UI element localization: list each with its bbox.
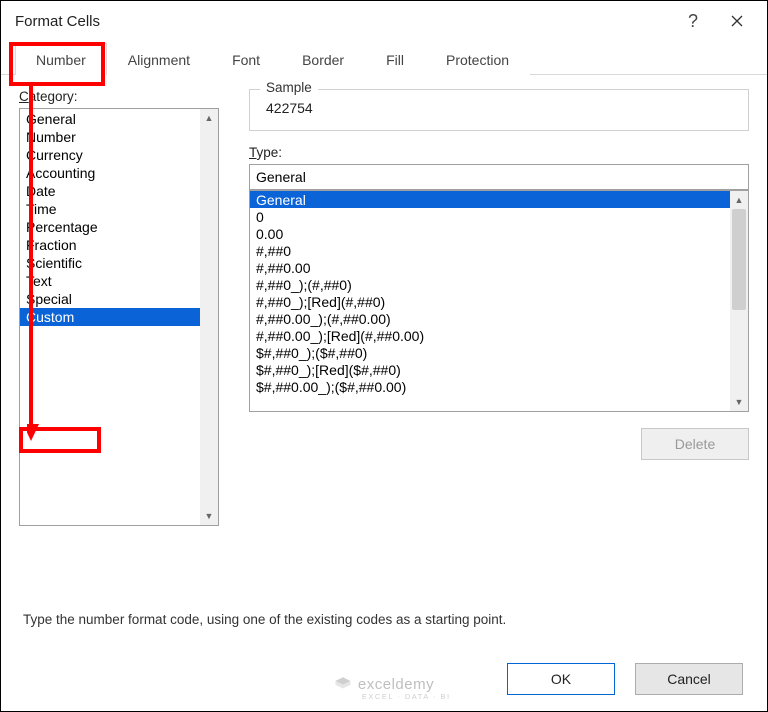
category-label: Category: xyxy=(19,89,219,104)
type-item[interactable]: $#,##0_);[Red]($#,##0) xyxy=(250,361,730,378)
tab-protection[interactable]: Protection xyxy=(425,43,530,75)
type-listbox[interactable]: General00.00#,##0#,##0.00#,##0_);(#,##0)… xyxy=(249,190,749,412)
tab-strip: Number Alignment Font Border Fill Protec… xyxy=(1,41,767,75)
category-item[interactable]: Number xyxy=(20,128,200,146)
type-input[interactable] xyxy=(249,164,749,190)
scrollbar-thumb[interactable] xyxy=(732,209,746,310)
sample-group: Sample 422754 xyxy=(249,89,749,131)
chevron-up-icon[interactable]: ▲ xyxy=(200,109,218,127)
dialog-title: Format Cells xyxy=(15,13,100,30)
format-cells-dialog: Format Cells ? Number Alignment Font Bor… xyxy=(0,0,768,712)
type-label: Type: xyxy=(249,145,749,160)
type-item[interactable]: #,##0.00_);[Red](#,##0.00) xyxy=(250,327,730,344)
category-item[interactable]: Accounting xyxy=(20,164,200,182)
help-button[interactable]: ? xyxy=(671,1,715,41)
category-item[interactable]: Special xyxy=(20,290,200,308)
chevron-down-icon[interactable]: ▼ xyxy=(200,507,218,525)
type-item[interactable]: #,##0 xyxy=(250,242,730,259)
type-item[interactable]: #,##0.00 xyxy=(250,259,730,276)
dialog-footer: exceldemy EXCEL · DATA · BI OK Cancel xyxy=(1,647,767,711)
category-item[interactable]: Text xyxy=(20,272,200,290)
tab-alignment[interactable]: Alignment xyxy=(107,43,211,75)
category-item[interactable]: Date xyxy=(20,182,200,200)
category-item[interactable]: General xyxy=(20,110,200,128)
close-button[interactable] xyxy=(715,1,759,41)
close-icon xyxy=(731,15,743,27)
category-item[interactable]: Currency xyxy=(20,146,200,164)
type-item[interactable]: 0 xyxy=(250,208,730,225)
type-item[interactable]: #,##0.00_);(#,##0.00) xyxy=(250,310,730,327)
tab-border[interactable]: Border xyxy=(281,43,365,75)
scrollbar[interactable]: ▲ ▼ xyxy=(200,109,218,525)
hint-text: Type the number format code, using one o… xyxy=(23,612,506,627)
category-item[interactable]: Custom xyxy=(20,308,200,326)
tab-fill[interactable]: Fill xyxy=(365,43,425,75)
titlebar: Format Cells ? xyxy=(1,1,767,41)
category-item[interactable]: Percentage xyxy=(20,218,200,236)
sample-value: 422754 xyxy=(262,100,736,116)
type-item[interactable]: #,##0_);(#,##0) xyxy=(250,276,730,293)
category-item[interactable]: Fraction xyxy=(20,236,200,254)
chevron-up-icon[interactable]: ▲ xyxy=(730,191,748,209)
watermark: exceldemy EXCEL · DATA · BI xyxy=(334,675,434,693)
type-item[interactable]: 0.00 xyxy=(250,225,730,242)
watermark-icon xyxy=(334,675,352,693)
scrollbar[interactable]: ▲ ▼ xyxy=(730,191,748,411)
type-item[interactable]: $#,##0_);($#,##0) xyxy=(250,344,730,361)
type-item[interactable]: #,##0_);[Red](#,##0) xyxy=(250,293,730,310)
category-item[interactable]: Time xyxy=(20,200,200,218)
tab-number[interactable]: Number xyxy=(15,43,107,75)
tab-font[interactable]: Font xyxy=(211,43,281,75)
category-listbox[interactable]: GeneralNumberCurrencyAccountingDateTimeP… xyxy=(19,108,219,526)
cancel-button[interactable]: Cancel xyxy=(635,663,743,695)
category-item[interactable]: Scientific xyxy=(20,254,200,272)
chevron-down-icon[interactable]: ▼ xyxy=(730,393,748,411)
tab-content-number: Category: GeneralNumberCurrencyAccountin… xyxy=(1,75,767,647)
delete-button: Delete xyxy=(641,428,749,460)
sample-legend: Sample xyxy=(260,80,318,95)
ok-button[interactable]: OK xyxy=(507,663,615,695)
type-item[interactable]: $#,##0.00_);($#,##0.00) xyxy=(250,378,730,395)
type-item[interactable]: General xyxy=(250,191,730,208)
